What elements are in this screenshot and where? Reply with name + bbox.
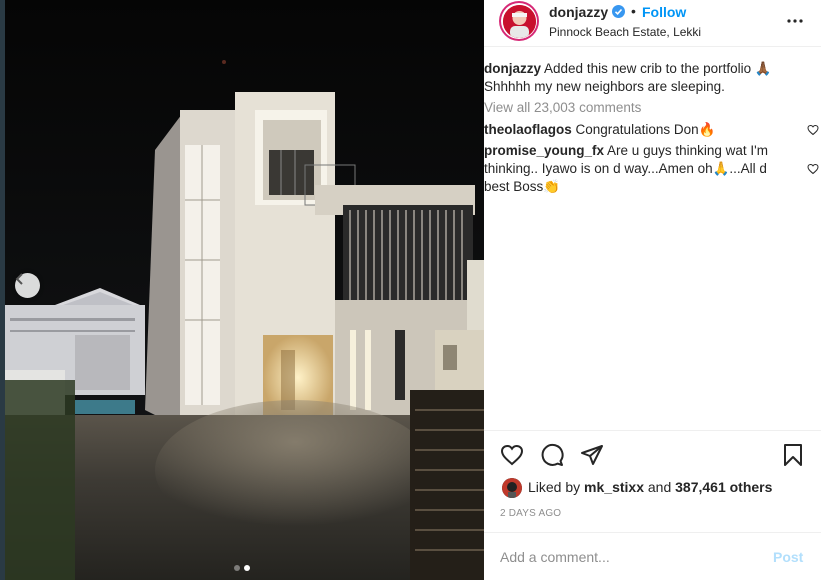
post-photo[interactable] [5,0,484,580]
more-options-icon [787,19,803,23]
liked-and: and [647,479,672,495]
view-all-comments-link[interactable]: View all 23,003 comments [484,98,641,117]
post-details-panel: donjazzy • Follow Pinnock Beach Estate, … [484,0,821,580]
post-timestamp[interactable]: 2 DAYS AGO [500,508,561,519]
carousel-dot-active [244,565,250,571]
caption-text: Added this new crib to the portfolio 🙏🏾 [544,61,772,76]
liked-prefix: Liked by [528,479,581,495]
more-options-button[interactable] [786,12,804,30]
carousel-dot [234,565,240,571]
comment-text-continued: thinking.. Iyawo is on d way...Amen oh🙏.… [484,161,767,176]
share-icon[interactable] [580,443,604,467]
profile-picture [502,4,536,38]
comment-text-continued: best Boss👏 [484,179,561,194]
liked-by-avatar-image [502,478,522,498]
liked-by-avatar[interactable] [502,478,522,498]
likes-summary: Liked by mk_stixx and 387,461 others [528,479,772,495]
header-separator: • [631,3,636,19]
comment-text: Congratulations Don🔥 [575,122,716,137]
bookmark-icon[interactable] [781,443,805,467]
comment-icon[interactable] [540,443,564,467]
caption-username[interactable]: donjazzy [484,61,541,76]
carousel-prev-button[interactable] [15,273,40,298]
comment-text: Are u guys thinking wat I'm [607,143,768,158]
comment-input[interactable]: Add a comment... [500,549,610,565]
comment: theolaoflagos Congratulations Don🔥 [484,120,715,139]
post-comment-button[interactable]: Post [773,549,803,565]
heart-icon[interactable] [500,443,524,467]
location-link[interactable]: Pinnock Beach Estate, Lekki [549,25,701,39]
divider [484,430,821,431]
likes-count-link[interactable]: 387,461 others [675,479,772,495]
username-link[interactable]: donjazzy [549,4,608,20]
comment-username[interactable]: theolaoflagos [484,122,572,137]
carousel-indicator [234,565,250,571]
post-header: donjazzy • Follow Pinnock Beach Estate, … [484,0,821,47]
verified-badge-icon [612,5,625,18]
follow-button[interactable]: Follow [642,4,686,20]
comment-username[interactable]: promise_young_fx [484,143,604,158]
chevron-left-icon [15,273,23,285]
house-night-photo [5,0,484,580]
divider [484,532,821,533]
caption: donjazzy Added this new crib to the port… [484,59,772,78]
caption-continued: Shhhhh my new neighbors are sleeping. [484,79,725,94]
comment: promise_young_fx Are u guys thinking wat… [484,141,768,160]
avatar[interactable] [499,1,539,41]
liked-by-username[interactable]: mk_stixx [584,479,644,495]
like-comment-heart-icon[interactable] [807,163,819,175]
like-comment-heart-icon[interactable] [807,124,819,136]
